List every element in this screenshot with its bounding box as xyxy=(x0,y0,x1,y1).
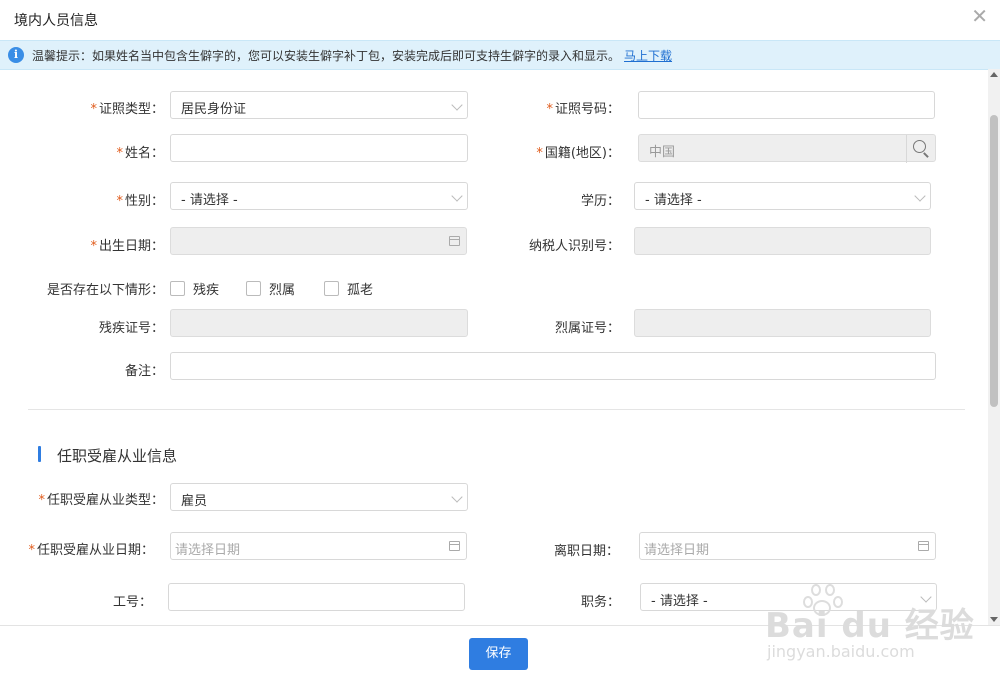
gender-label: * 性别： xyxy=(116,194,164,209)
info-icon: i xyxy=(8,47,24,63)
scroll-thumb[interactable] xyxy=(990,115,998,407)
name-input[interactable] xyxy=(170,134,468,162)
disability-cert-input[interactable] xyxy=(170,309,468,337)
employment-section-title: 任职受雇从业信息 xyxy=(57,447,178,465)
lonely-elderly-option-label: 孤老 xyxy=(347,283,374,298)
id-type-label: * 证照类型： xyxy=(90,102,164,117)
notice-banner: i 温馨提示：如果姓名当中包含生僻字的，您可以安装生僻字补丁包，安装完成后即可支… xyxy=(0,40,1000,70)
calendar-icon xyxy=(449,541,460,551)
martyr-family-option-label: 烈属 xyxy=(269,283,296,298)
nationality-label: * 国籍(地区)： xyxy=(536,146,620,161)
martyr-family-checkbox[interactable]: 烈属 xyxy=(246,279,295,298)
notice-message: 温馨提示：如果姓名当中包含生僻字的，您可以安装生僻字补丁包，安装完成后即可支持生… xyxy=(32,49,621,63)
section-marker xyxy=(38,446,41,462)
birth-date-label: * 出生日期： xyxy=(90,239,164,254)
watermark-url: jingyan.baidu.com xyxy=(767,642,915,661)
watermark-brand: Bai du 经验 xyxy=(765,606,975,646)
employment-type-select[interactable]: 雇员 xyxy=(170,483,468,511)
chevron-down-icon xyxy=(914,190,926,202)
vertical-scrollbar[interactable] xyxy=(988,69,1000,625)
gender-select[interactable]: - 请选择 - xyxy=(170,182,468,210)
chevron-down-icon xyxy=(451,491,463,503)
gender-value: - 请选择 - xyxy=(181,193,238,208)
birth-date-input[interactable] xyxy=(170,227,467,255)
name-label: * 姓名： xyxy=(116,146,164,161)
martyr-cert-label: 烈属证号： xyxy=(554,321,620,336)
scroll-up-arrow-icon[interactable] xyxy=(990,72,998,77)
remark-label: 备注： xyxy=(124,364,164,379)
education-value: - 请选择 - xyxy=(645,193,702,208)
employee-no-input[interactable] xyxy=(168,583,465,611)
search-icon[interactable] xyxy=(906,135,935,163)
remark-input[interactable] xyxy=(170,352,936,380)
calendar-icon xyxy=(449,236,460,246)
nationality-input[interactable]: 中国 xyxy=(638,134,936,163)
leave-date-input[interactable]: 请选择日期 xyxy=(639,532,936,560)
person-info-dialog: 境内人员信息 ✕ i 温馨提示：如果姓名当中包含生僻字的，您可以安装生僻字补丁包… xyxy=(0,0,1000,686)
taxpayer-id-input[interactable] xyxy=(634,227,931,255)
save-button[interactable]: 保存 xyxy=(469,638,528,670)
dialog-titlebar: 境内人员信息 ✕ xyxy=(0,0,1000,38)
leave-date-label: 离职日期： xyxy=(553,544,619,559)
employee-no-label: 工号： xyxy=(112,595,152,610)
disability-checkbox[interactable]: 残疾 xyxy=(170,279,219,298)
baidu-watermark: Bai du 经验 jingyan.baidu.com xyxy=(765,578,995,668)
situation-label: 是否存在以下情形： xyxy=(46,283,164,298)
calendar-icon xyxy=(918,541,929,551)
taxpayer-id-label: 纳税人识别号： xyxy=(528,239,620,254)
close-icon[interactable]: ✕ xyxy=(971,6,988,26)
education-select[interactable]: - 请选择 - xyxy=(634,182,931,210)
employment-date-placeholder: 请选择日期 xyxy=(175,543,241,558)
nationality-value: 中国 xyxy=(649,145,676,160)
id-type-select[interactable]: 居民身份证 xyxy=(170,91,468,119)
checkbox-box[interactable] xyxy=(246,281,261,296)
checkbox-box[interactable] xyxy=(324,281,339,296)
chevron-down-icon xyxy=(451,99,463,111)
checkbox-box[interactable] xyxy=(170,281,185,296)
chevron-down-icon xyxy=(451,190,463,202)
disability-option-label: 残疾 xyxy=(193,283,220,298)
id-number-input[interactable] xyxy=(638,91,935,119)
disability-cert-label: 残疾证号： xyxy=(98,321,164,336)
employment-date-input[interactable]: 请选择日期 xyxy=(170,532,467,560)
position-label: 职务： xyxy=(580,595,620,610)
section-divider xyxy=(28,409,965,410)
martyr-cert-input[interactable] xyxy=(634,309,931,337)
leave-date-placeholder: 请选择日期 xyxy=(644,543,710,558)
employment-type-value: 雇员 xyxy=(181,494,208,509)
employment-date-label: * 任职受雇从业日期： xyxy=(28,543,154,558)
id-number-label: * 证照号码： xyxy=(546,102,620,117)
employment-type-label: * 任职受雇从业类型： xyxy=(38,493,164,508)
id-type-value: 居民身份证 xyxy=(181,102,247,117)
position-value: - 请选择 - xyxy=(651,594,708,609)
education-label: 学历： xyxy=(580,194,620,209)
notice-text: 温馨提示：如果姓名当中包含生僻字的，您可以安装生僻字补丁包，安装完成后即可支持生… xyxy=(32,47,672,64)
dialog-title: 境内人员信息 xyxy=(14,13,98,29)
form-content: * 证照类型： 居民身份证 * 证照号码： * 姓名： * 国籍(地区)： 中国 * 性别… xyxy=(0,69,988,625)
lonely-elderly-checkbox[interactable]: 孤老 xyxy=(324,279,373,298)
download-link[interactable]: 马上下载 xyxy=(624,49,672,63)
